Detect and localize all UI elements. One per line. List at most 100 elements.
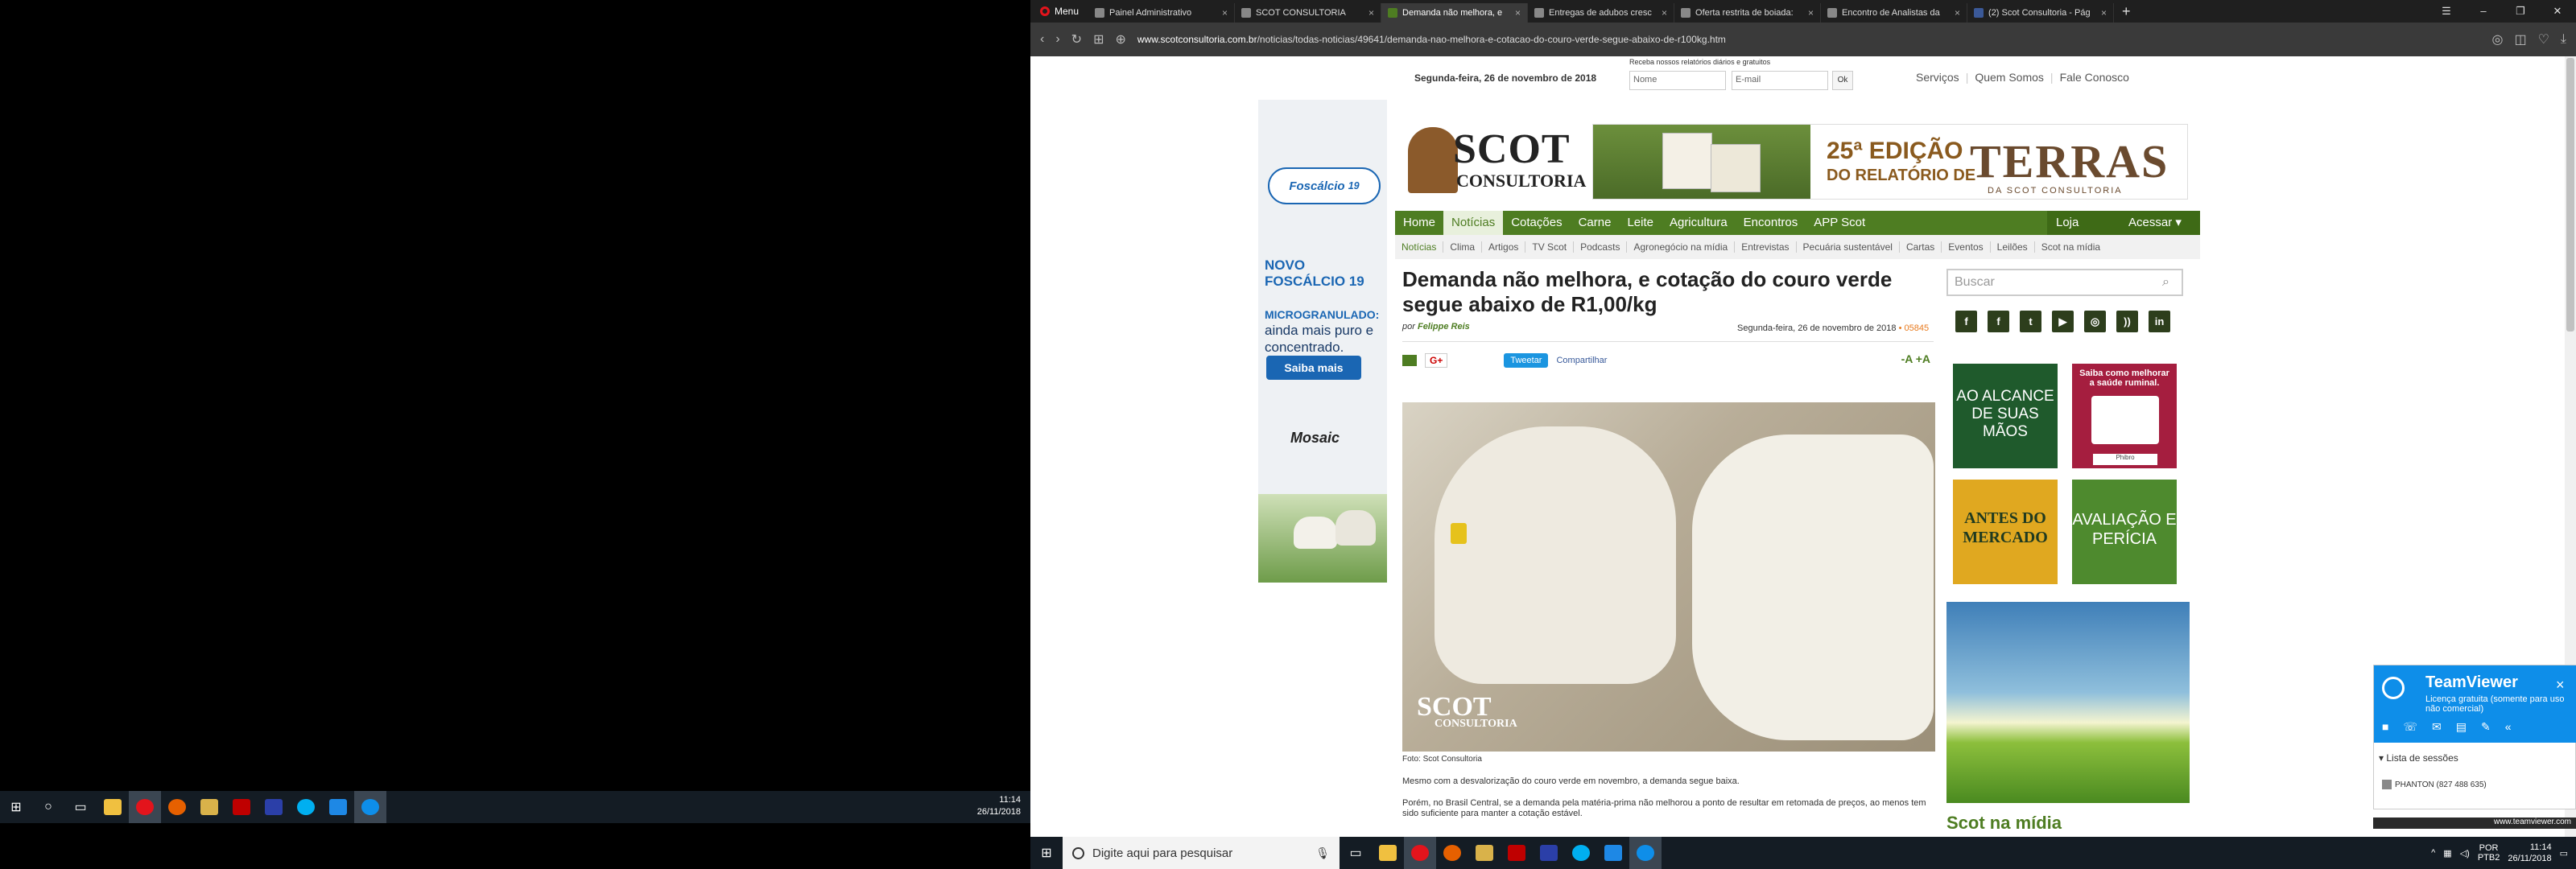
promo-ao-alcance[interactable]: AO ALCANCE DE SUAS MÃOS (1953, 364, 2058, 468)
opera-icon[interactable] (1404, 837, 1436, 869)
promo-antes-do-mercado[interactable]: ANTES DO MERCADO (1953, 480, 2058, 584)
newsletter-name-field[interactable]: Nome (1629, 71, 1726, 90)
nav-loja[interactable]: Loja (2047, 211, 2120, 235)
newsletter-ok-button[interactable]: Ok (1832, 71, 1853, 90)
browser-tab[interactable]: Painel Administrativo × (1088, 3, 1236, 23)
left-clock[interactable]: 11:14 26/11/2018 (977, 794, 1021, 818)
start-icon[interactable]: ⊞ (0, 791, 32, 823)
nav-agricultura[interactable]: Agricultura (1662, 211, 1736, 235)
scroll-thumb[interactable] (2566, 58, 2574, 332)
browser-tab[interactable]: Encontro de Analistas da × (1821, 3, 1968, 23)
nav-home[interactable]: Home (1395, 211, 1443, 235)
ib-app-icon[interactable] (258, 791, 290, 823)
volume-icon[interactable]: ◁) (2460, 848, 2470, 859)
sunset-field-image[interactable] (1946, 602, 2190, 803)
search-icon[interactable]: ⌕ (2162, 275, 2175, 289)
task-view-icon[interactable]: ▭ (64, 791, 97, 823)
close-tab-icon[interactable]: × (1222, 7, 1228, 19)
facebook-share-button[interactable]: Compartilhar (1556, 356, 1607, 365)
subnav-podcasts[interactable]: Podcasts (1574, 241, 1628, 253)
subnav-noticias[interactable]: Notícias (1395, 241, 1444, 253)
close-tab-icon[interactable]: × (2101, 7, 2107, 19)
twitter-icon[interactable]: t (2020, 311, 2041, 332)
video-icon[interactable]: ■ (2382, 720, 2388, 734)
scot-logo[interactable]: SCOT CONSULTORIA (1408, 122, 1586, 195)
subnav-agronegocio[interactable]: Agronegócio na mídia (1627, 241, 1736, 253)
audio-icon[interactable]: ☏ (2403, 720, 2417, 734)
link-fale-conosco[interactable]: Fale Conosco (2060, 71, 2129, 84)
opera-icon[interactable] (129, 791, 161, 823)
downloads-icon[interactable] (322, 791, 354, 823)
session-list-label[interactable]: ▾ Lista de sessões (2379, 752, 2458, 764)
skype-icon[interactable] (1565, 837, 1597, 869)
subnav-artigos[interactable]: Artigos (1482, 241, 1526, 253)
ad-saiba-mais-button[interactable]: Saiba mais (1266, 356, 1361, 380)
snapshot-icon[interactable]: ◫ (2514, 31, 2526, 47)
close-window-icon[interactable]: ✕ (2539, 0, 2576, 23)
opera-menu-button[interactable]: Menu (1030, 0, 1088, 23)
new-tab-button[interactable]: + (2114, 3, 2139, 20)
facebook-page-icon[interactable]: f (1988, 311, 2009, 332)
close-tab-icon[interactable]: × (1515, 7, 1521, 19)
instagram-icon[interactable]: ◎ (2084, 311, 2106, 332)
taskbar-clock[interactable]: 11:14 26/11/2018 (2508, 842, 2551, 864)
subnav-leiloes[interactable]: Leilões (1991, 241, 2035, 253)
browser-tab[interactable]: Entregas de adubos cresc × (1528, 3, 1675, 23)
close-tab-icon[interactable]: × (1368, 7, 1374, 19)
start-icon[interactable]: ⊞ (1030, 837, 1063, 869)
network-icon[interactable]: ▦ (2443, 848, 2451, 859)
teamviewer-close-icon[interactable]: × (2556, 677, 2565, 694)
close-tab-icon[interactable]: × (1955, 7, 1960, 19)
subnav-pecuaria[interactable]: Pecuária sustentável (1797, 241, 1900, 253)
site-search-input[interactable]: Buscar (1946, 269, 2183, 296)
cortana-icon[interactable]: ○ (32, 791, 64, 823)
close-tab-icon[interactable]: × (1808, 7, 1814, 19)
facebook-icon[interactable]: f (1955, 311, 1977, 332)
subnav-clima[interactable]: Clima (1443, 241, 1483, 253)
maximize-icon[interactable]: ❐ (2502, 0, 2539, 23)
rss-icon[interactable]: )) (2116, 311, 2138, 332)
url-field[interactable]: www.scotconsultoria.com.br/noticias/toda… (1137, 34, 2481, 45)
nav-encontros[interactable]: Encontros (1736, 211, 1806, 235)
filezilla-icon[interactable] (225, 791, 258, 823)
file-explorer-icon[interactable] (97, 791, 129, 823)
speed-dial-icon[interactable]: ⊞ (1093, 31, 1104, 47)
teamviewer-link[interactable]: www.teamviewer.com (2373, 818, 2576, 829)
nav-carne[interactable]: Carne (1571, 211, 1620, 235)
download-icon[interactable]: ⤓ (2561, 32, 2566, 47)
nav-cotacoes[interactable]: Cotações (1503, 211, 1570, 235)
session-item[interactable]: PHANTON (827 488 635) (2382, 780, 2487, 789)
subnav-tv-scot[interactable]: TV Scot (1525, 241, 1575, 253)
tweet-button[interactable]: Tweetar (1504, 353, 1549, 368)
reload-icon[interactable]: ↻ (1071, 31, 1082, 47)
language-indicator[interactable]: POR PTB2 (2478, 843, 2500, 863)
tray-chevron-icon[interactable]: ^ (2431, 848, 2435, 858)
font-size-control[interactable]: -A +A (1901, 352, 1930, 365)
skype-icon[interactable] (290, 791, 322, 823)
teamviewer-taskbar-icon[interactable] (354, 791, 386, 823)
collapse-icon[interactable]: « (2505, 720, 2512, 734)
folder-icon[interactable] (1468, 837, 1501, 869)
browser-tab[interactable]: Oferta restrita de boiada: × (1674, 3, 1822, 23)
foscalcio-ad[interactable]: Foscálcio 19 NOVO FOSCÁLCIO 19 MICROGRAN… (1258, 100, 1387, 583)
vpn-icon[interactable]: ◎ (2491, 31, 2503, 47)
minimize-icon[interactable]: – (2465, 0, 2502, 23)
browser-tab[interactable]: SCOT CONSULTORIA × (1235, 3, 1382, 23)
whiteboard-icon[interactable]: ✎ (2481, 720, 2491, 734)
file-explorer-icon[interactable] (1372, 837, 1404, 869)
windows-search-box[interactable]: Digite aqui para pesquisar 🎙 (1063, 837, 1340, 869)
subnav-eventos[interactable]: Eventos (1942, 241, 1991, 253)
subnav-entrevistas[interactable]: Entrevistas (1735, 241, 1797, 253)
link-quem-somos[interactable]: Quem Somos (1975, 71, 2044, 84)
subnav-cartas[interactable]: Cartas (1900, 241, 1942, 253)
firefox-icon[interactable] (161, 791, 193, 823)
back-icon[interactable]: ‹ (1040, 32, 1044, 47)
teamviewer-taskbar-icon[interactable] (1629, 837, 1662, 869)
microphone-icon[interactable]: 🎙 (1315, 846, 1330, 860)
terras-banner[interactable]: 25ª EDIÇÃO DO RELATÓRIO DE TERRAS DA SCO… (1592, 124, 2188, 200)
nav-acessar[interactable]: Acessar ▾ (2120, 211, 2200, 235)
forward-icon[interactable]: › (1055, 32, 1059, 47)
link-servicos[interactable]: Serviços (1916, 71, 1959, 84)
file-transfer-icon[interactable]: ▤ (2456, 720, 2467, 734)
subnav-scot-na-midia[interactable]: Scot na mídia (2035, 241, 2107, 253)
